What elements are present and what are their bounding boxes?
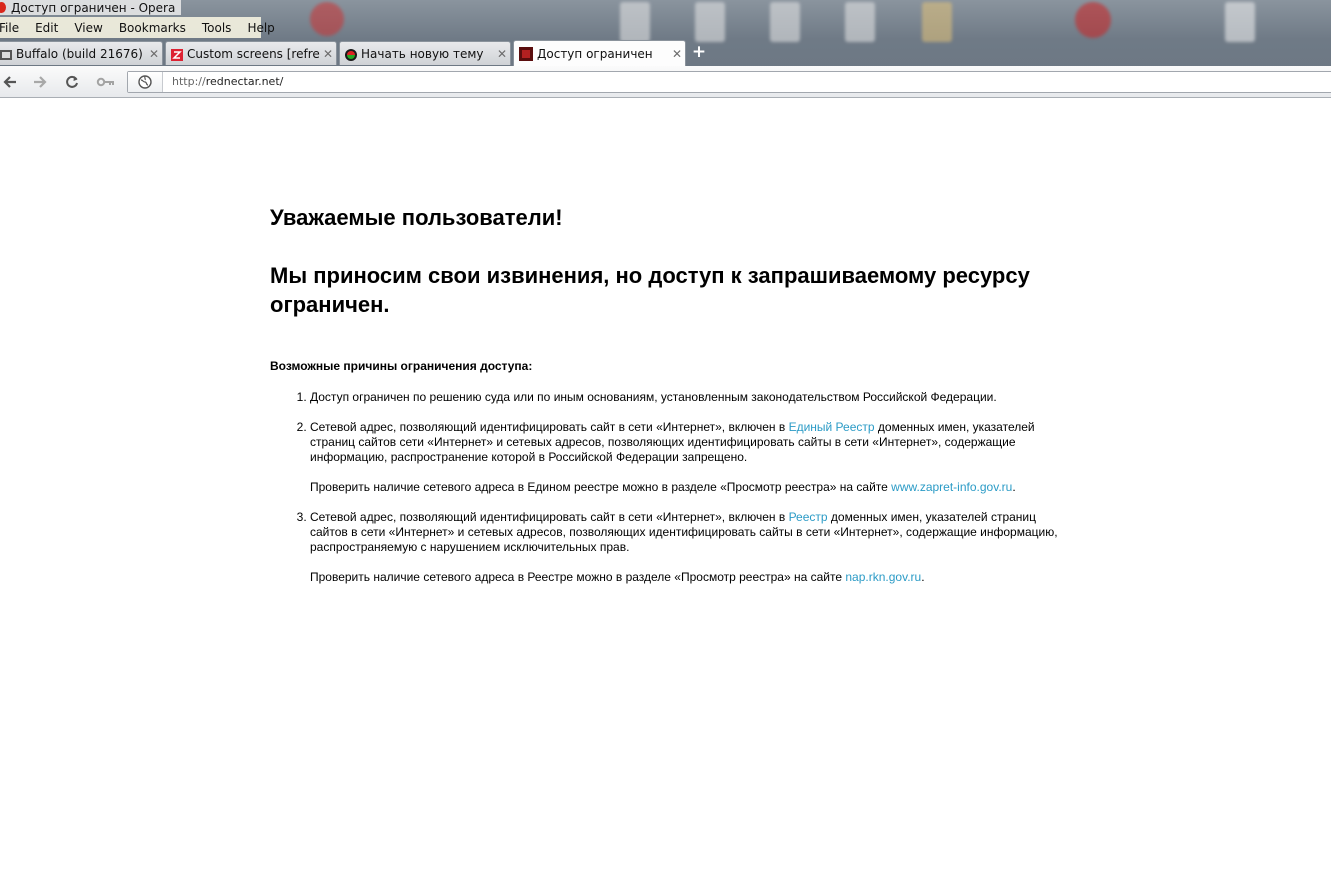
page-apology-heading: Мы приносим свои извинения, но доступ к … bbox=[270, 263, 1030, 317]
tab-close-icon[interactable]: ✕ bbox=[146, 47, 162, 61]
desktop-icon bbox=[695, 2, 725, 42]
menu-file[interactable]: File bbox=[0, 21, 27, 35]
check-text-end: . bbox=[1012, 480, 1016, 494]
forward-button[interactable] bbox=[32, 74, 48, 90]
reload-icon bbox=[66, 75, 78, 88]
opera-logo-icon bbox=[0, 2, 6, 13]
key-icon bbox=[96, 77, 114, 87]
buffalo-favicon-icon bbox=[0, 48, 12, 60]
reason-item-unified-registry: Сетевой адрес, позволяющий идентифициров… bbox=[310, 420, 1060, 495]
reason-check-line: Проверить наличие сетевого адреса в Реес… bbox=[310, 570, 1060, 585]
menu-bookmarks[interactable]: Bookmarks bbox=[111, 21, 194, 35]
browser-chrome: Доступ ограничен - Opera File Edit View … bbox=[0, 0, 1331, 98]
reason-item-court: Доступ ограничен по решению суда или по … bbox=[310, 390, 1060, 405]
tab-title: Buffalo (build 21676) - ... bbox=[16, 46, 146, 61]
reload-button[interactable] bbox=[64, 74, 80, 90]
reason-text-before: Сетевой адрес, позволяющий идентифициров… bbox=[310, 420, 789, 434]
tab-close-icon[interactable]: ✕ bbox=[320, 47, 336, 61]
url-scheme: http:// bbox=[172, 75, 206, 88]
check-text-end: . bbox=[921, 570, 925, 584]
site-favicon-icon bbox=[519, 46, 533, 61]
tab-title: Доступ ограничен bbox=[537, 46, 653, 61]
forward-arrow-icon bbox=[34, 76, 47, 88]
menu-help[interactable]: Help bbox=[239, 21, 282, 35]
tab-title: Custom screens [refres... bbox=[187, 46, 320, 61]
reason-check-line: Проверить наличие сетевого адреса в Един… bbox=[310, 480, 1060, 495]
menu-view[interactable]: View bbox=[66, 21, 110, 35]
menu-edit[interactable]: Edit bbox=[27, 21, 66, 35]
forum-favicon-icon bbox=[345, 48, 357, 61]
wand-key-button[interactable] bbox=[96, 74, 116, 90]
desktop-icon bbox=[620, 2, 650, 42]
unified-registry-link[interactable]: Единый Реестр bbox=[789, 420, 875, 434]
desktop-icon bbox=[922, 2, 952, 42]
menu-bar: File Edit View Bookmarks Tools Help bbox=[0, 17, 275, 38]
globe-icon bbox=[138, 75, 152, 89]
check-text: Проверить наличие сетевого адреса в Един… bbox=[310, 480, 892, 494]
title-bar: Доступ ограничен - Opera bbox=[0, 0, 182, 15]
url-text[interactable]: http://rednectar.net/ bbox=[172, 75, 283, 88]
window-title: Доступ ограничен - Opera bbox=[11, 0, 176, 15]
navigation-bar: http://rednectar.net/ bbox=[0, 66, 1331, 98]
back-arrow-icon bbox=[3, 76, 16, 88]
zapret-info-link[interactable]: www.zapret-info.gov.ru bbox=[891, 480, 1012, 494]
desktop-icon bbox=[845, 2, 875, 42]
address-field[interactable]: http://rednectar.net/ bbox=[127, 71, 1331, 93]
reason-item-ip-registry: Сетевой адрес, позволяющий идентифициров… bbox=[310, 510, 1060, 585]
desktop-icon bbox=[1225, 2, 1255, 42]
tab-custom-screens[interactable]: Custom screens [refres... ✕ bbox=[165, 41, 337, 65]
tab-strip: Buffalo (build 21676) - ... ✕ Custom scr… bbox=[0, 40, 1331, 66]
desktop-icon bbox=[310, 2, 344, 36]
site-info-button[interactable] bbox=[128, 72, 163, 92]
reason-text-before: Сетевой адрес, позволяющий идентифициров… bbox=[310, 510, 789, 524]
reasons-title: Возможные причины ограничения доступа: bbox=[270, 359, 533, 373]
desktop-icon bbox=[1075, 2, 1111, 38]
tab-title: Начать новую тему bbox=[361, 46, 484, 61]
reasons-list: Доступ ограничен по решению суда или по … bbox=[270, 390, 1060, 585]
tab-buffalo[interactable]: Buffalo (build 21676) - ... ✕ bbox=[0, 41, 163, 65]
tab-new-topic[interactable]: Начать новую тему ✕ bbox=[339, 41, 511, 65]
menu-tools[interactable]: Tools bbox=[194, 21, 240, 35]
nap-rkn-link[interactable]: nap.rkn.gov.ru bbox=[845, 570, 921, 584]
new-tab-button[interactable]: + bbox=[690, 43, 708, 61]
url-host: rednectar.net/ bbox=[205, 75, 284, 88]
back-button[interactable] bbox=[2, 74, 18, 90]
tab-close-icon[interactable]: ✕ bbox=[669, 47, 685, 61]
z-favicon-icon bbox=[171, 48, 183, 61]
reason-text: Доступ ограничен по решению суда или по … bbox=[310, 390, 997, 404]
blocked-page-content: Уважаемые пользователи! Мы приносим свои… bbox=[270, 203, 1060, 600]
check-text: Проверить наличие сетевого адреса в Реес… bbox=[310, 570, 846, 584]
registry-link[interactable]: Реестр bbox=[789, 510, 828, 524]
page-greeting-heading: Уважаемые пользователи! bbox=[270, 205, 563, 230]
tab-access-restricted[interactable]: Доступ ограничен ✕ bbox=[513, 40, 686, 66]
desktop-icon bbox=[770, 2, 800, 42]
tab-close-icon[interactable]: ✕ bbox=[494, 47, 510, 61]
